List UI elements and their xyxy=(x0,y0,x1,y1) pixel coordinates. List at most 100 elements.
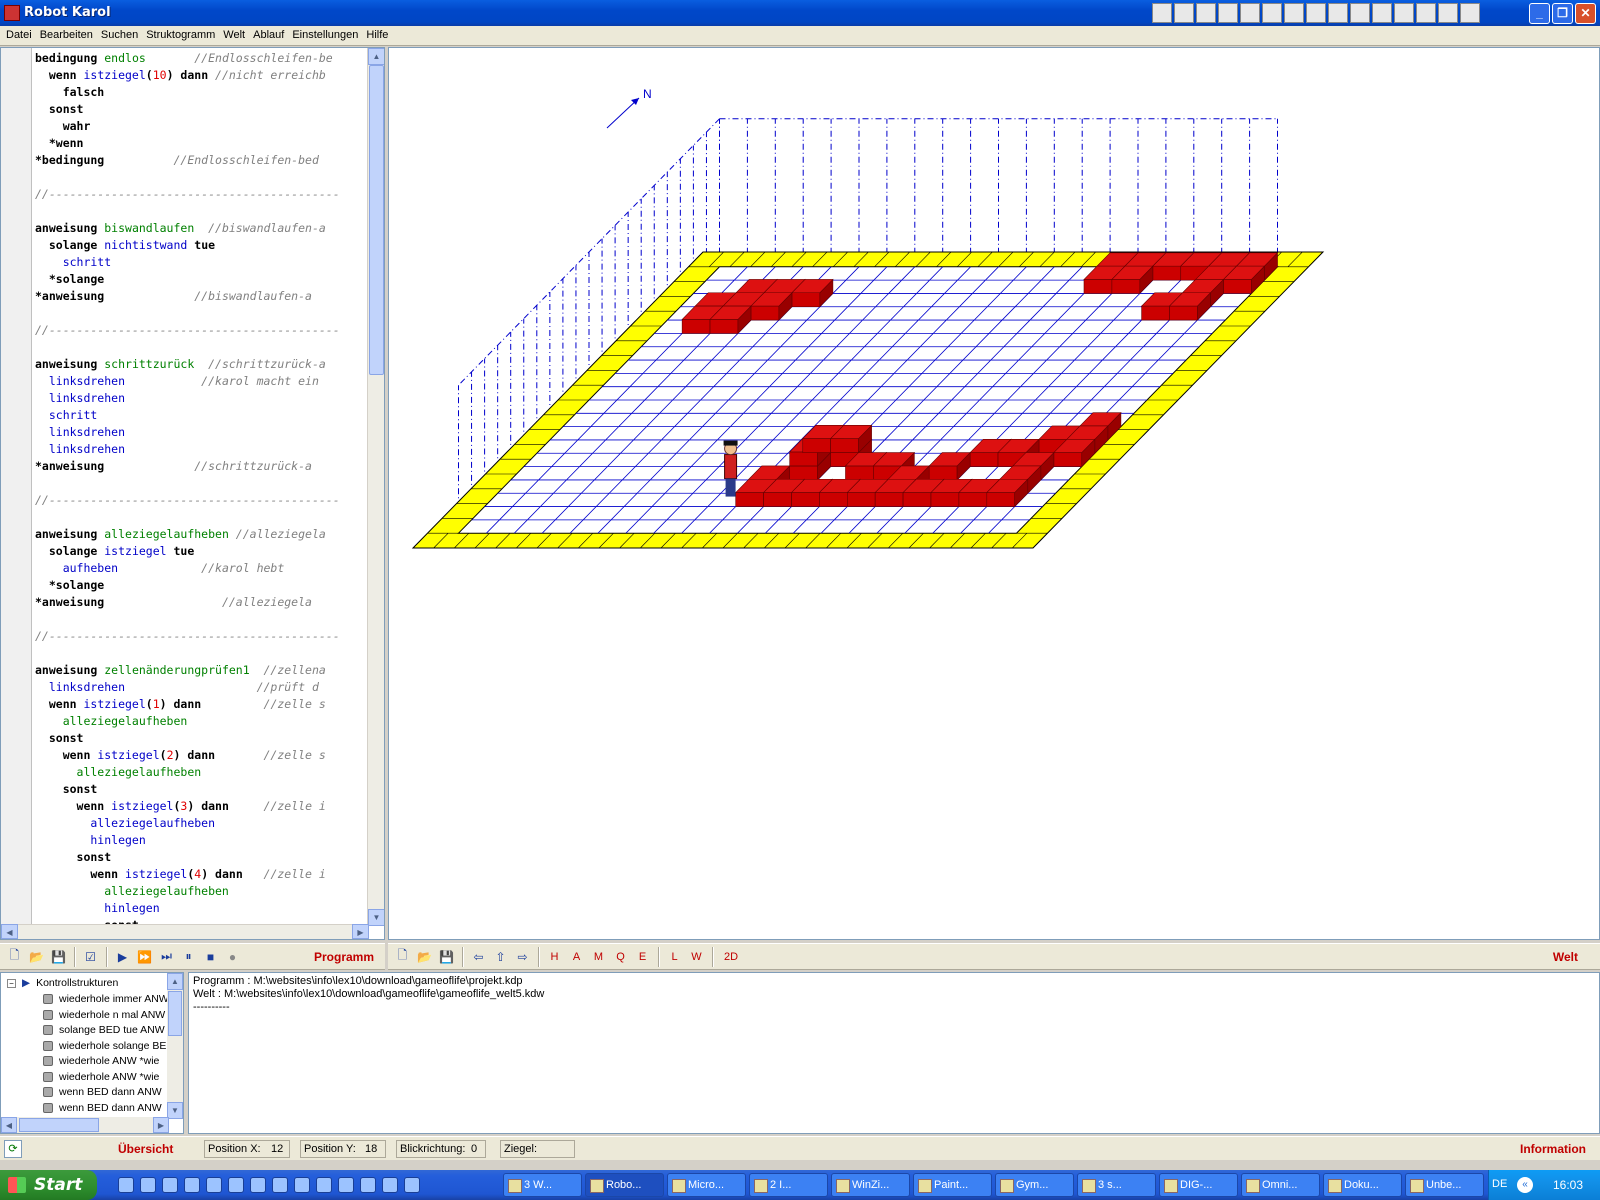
menu-suchen[interactable]: Suchen xyxy=(99,26,144,45)
step-icon[interactable]: ⏭ xyxy=(156,946,177,967)
schritt-button[interactable]: W xyxy=(686,946,707,967)
menu-einstellungen[interactable]: Einstellungen xyxy=(290,26,364,45)
scroll-down-icon[interactable]: ▼ xyxy=(368,909,384,926)
clock[interactable]: 16:03 xyxy=(1553,1178,1583,1192)
scroll-thumb[interactable] xyxy=(168,991,182,1036)
quick-launch-icon[interactable] xyxy=(206,1177,222,1193)
taskbar-button[interactable]: Paint... xyxy=(913,1173,992,1197)
menu-bearbeiten[interactable]: Bearbeiten xyxy=(38,26,99,45)
scroll-thumb[interactable] xyxy=(369,65,384,375)
word-icon[interactable] xyxy=(1350,3,1370,23)
tree-item[interactable]: wiederhole ANW *wie xyxy=(43,1053,159,1069)
tree-vertical-scrollbar[interactable]: ▲ ▼ xyxy=(167,973,183,1119)
command-tree[interactable]: − ▶ Kontrollstrukturen wiederhole immer AN… xyxy=(0,972,184,1134)
taskbar-button[interactable]: Omni... xyxy=(1241,1173,1320,1197)
tree-item[interactable]: wenn BED dann ANW xyxy=(43,1100,162,1116)
quick-launch-icon[interactable] xyxy=(228,1177,244,1193)
stop-icon[interactable]: ■ xyxy=(200,946,221,967)
quick-launch-icon[interactable] xyxy=(250,1177,266,1193)
menu-welt[interactable]: Welt xyxy=(221,26,251,45)
taskbar-button[interactable]: 3 s... xyxy=(1077,1173,1156,1197)
toolbar-icon[interactable] xyxy=(1460,3,1480,23)
toolbar-icon[interactable] xyxy=(1306,3,1326,23)
menu-hilfe[interactable]: Hilfe xyxy=(364,26,394,45)
new-file-icon[interactable]: 🗋 xyxy=(4,946,25,967)
quick-launch-icon[interactable] xyxy=(272,1177,288,1193)
toolbar-icon[interactable] xyxy=(1284,3,1304,23)
quick-launch-icon[interactable] xyxy=(382,1177,398,1193)
tree-item[interactable]: wiederhole immer ANW xyxy=(43,991,169,1007)
linksdrehen-button[interactable]: L xyxy=(664,946,685,967)
scroll-up-icon[interactable]: ▲ xyxy=(167,973,183,990)
code-area[interactable]: bedingung endlos //Endlosschleifen-be we… xyxy=(35,50,368,926)
menu-datei[interactable]: Datei xyxy=(4,26,38,45)
toolbar-icon[interactable] xyxy=(1152,3,1172,23)
quick-launch-icon[interactable] xyxy=(294,1177,310,1193)
quick-launch-icon[interactable] xyxy=(140,1177,156,1193)
title-bar[interactable]: Robot Karol _ ❐ ✕ xyxy=(0,0,1600,26)
toolbar-icon[interactable] xyxy=(1438,3,1458,23)
taskbar-button[interactable]: 3 W... xyxy=(503,1173,582,1197)
close-button[interactable]: ✕ xyxy=(1575,3,1596,24)
tree-item[interactable]: wenn BED dann ANW xyxy=(43,1084,162,1100)
scroll-up-icon[interactable]: ▲ xyxy=(368,48,384,65)
tree-item[interactable]: wiederhole solange BE xyxy=(43,1038,166,1054)
tree-horizontal-scrollbar[interactable]: ◀ ▶ xyxy=(1,1117,169,1133)
scroll-left-icon[interactable]: ◀ xyxy=(1,1117,17,1133)
taskbar-button[interactable]: 2 I... xyxy=(749,1173,828,1197)
taskbar-button[interactable]: Robo... xyxy=(585,1173,664,1197)
toolbar-icon[interactable] xyxy=(1328,3,1348,23)
taskbar-button[interactable]: WinZi... xyxy=(831,1173,910,1197)
start-button[interactable]: Start xyxy=(0,1170,97,1200)
hinlegen-button[interactable]: H xyxy=(544,946,565,967)
mail-icon[interactable] xyxy=(1218,3,1238,23)
taskbar-button[interactable]: DIG-... xyxy=(1159,1173,1238,1197)
tree-item[interactable]: solange BED tue ANW xyxy=(43,1022,165,1038)
record-icon[interactable]: ● xyxy=(222,946,243,967)
quick-launch-icon[interactable] xyxy=(338,1177,354,1193)
overview-label[interactable]: Übersicht xyxy=(118,1142,173,1156)
toolbar-icon[interactable] xyxy=(1174,3,1194,23)
markesetzen-button[interactable]: M xyxy=(588,946,609,967)
fast-forward-icon[interactable]: ⏩ xyxy=(134,946,155,967)
save-icon[interactable]: 💾 xyxy=(48,946,69,967)
arrow-up-icon[interactable]: ⇧ xyxy=(490,946,511,967)
tray-arrow-icon[interactable]: « xyxy=(1517,1177,1533,1193)
open-folder-icon[interactable]: 📂 xyxy=(26,946,47,967)
code-editor[interactable]: bedingung endlos //Endlosschleifen-be we… xyxy=(0,47,385,940)
quader-button[interactable]: Q xyxy=(610,946,631,967)
quick-launch-icon[interactable] xyxy=(118,1177,134,1193)
quick-launch-icon[interactable] xyxy=(184,1177,200,1193)
taskbar-button[interactable]: Unbe... xyxy=(1405,1173,1484,1197)
aufheben-button[interactable]: A xyxy=(566,946,587,967)
arrow-left-icon[interactable]: ⇦ xyxy=(468,946,489,967)
quick-launch-icon[interactable] xyxy=(162,1177,178,1193)
toggle-2d-button[interactable]: 2D xyxy=(718,946,744,967)
editor-vertical-scrollbar[interactable]: ▲ ▼ xyxy=(367,48,384,926)
app-icon[interactable] xyxy=(4,5,20,21)
play-icon[interactable]: ▶ xyxy=(112,946,133,967)
world-3d-canvas[interactable]: N xyxy=(389,48,1600,940)
scroll-left-icon[interactable]: ◀ xyxy=(1,924,18,939)
world-view[interactable]: N xyxy=(388,47,1600,940)
taskbar-button[interactable]: Doku... xyxy=(1323,1173,1402,1197)
menu-struktogramm[interactable]: Struktogramm xyxy=(144,26,221,45)
quick-launch-icon[interactable] xyxy=(316,1177,332,1193)
restore-button[interactable]: ❐ xyxy=(1552,3,1573,24)
quick-launch-icon[interactable] xyxy=(404,1177,420,1193)
save-world-icon[interactable]: 💾 xyxy=(436,946,457,967)
language-indicator[interactable]: DE xyxy=(1492,1178,1507,1190)
tree-item[interactable]: wiederhole ANW *wie xyxy=(43,1069,159,1085)
menu-ablauf[interactable]: Ablauf xyxy=(251,26,290,45)
toolbar-icon[interactable] xyxy=(1262,3,1282,23)
information-label[interactable]: Information xyxy=(1520,1142,1586,1156)
arrow-right-icon[interactable]: ⇨ xyxy=(512,946,533,967)
scroll-right-icon[interactable]: ▶ xyxy=(352,924,369,939)
entfernen-button[interactable]: E xyxy=(632,946,653,967)
scroll-thumb[interactable] xyxy=(19,1118,99,1132)
taskbar-button[interactable]: Micro... xyxy=(667,1173,746,1197)
editor-horizontal-scrollbar[interactable]: ◀ ▶ xyxy=(1,924,369,939)
scroll-down-icon[interactable]: ▼ xyxy=(167,1102,183,1119)
collapse-icon[interactable]: − xyxy=(7,979,16,988)
new-world-icon[interactable]: 🗋 xyxy=(392,946,413,967)
